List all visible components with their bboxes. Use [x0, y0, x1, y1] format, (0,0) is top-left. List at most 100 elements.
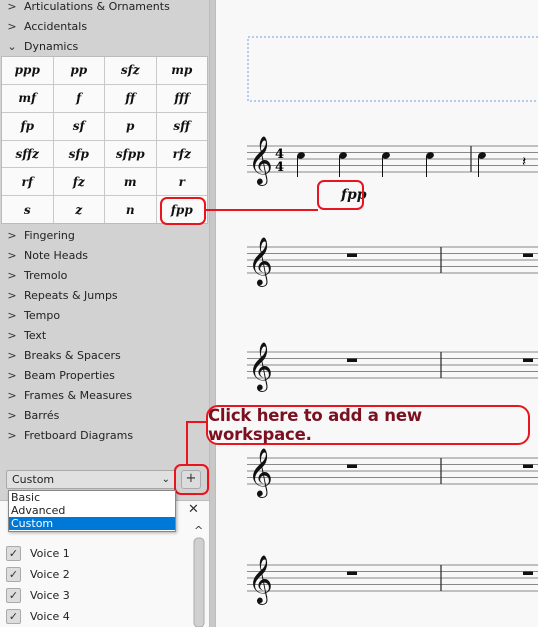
whole-rest[interactable] — [347, 358, 357, 363]
chevron-right-icon: > — [7, 428, 17, 442]
whole-rest[interactable] — [347, 464, 357, 469]
palette-section[interactable]: > Barrés — [0, 405, 59, 425]
dynamic-cell[interactable]: fz — [53, 168, 104, 196]
palette-section[interactable]: > Text — [0, 325, 46, 345]
whole-rest[interactable] — [523, 571, 533, 576]
whole-rest[interactable] — [347, 571, 357, 576]
dynamic-cell[interactable]: sffz — [2, 140, 53, 168]
staff-system[interactable]: 𝄞 — [247, 447, 538, 498]
treble-clef-icon: 𝄞 — [248, 554, 273, 605]
dynamic-cell[interactable]: ppp — [2, 57, 53, 84]
treble-clef-icon: 𝄞 — [248, 236, 273, 287]
palette-section[interactable]: > Frames & Measures — [0, 385, 132, 405]
option-custom[interactable]: Custom — [9, 517, 175, 530]
frame-box[interactable] — [247, 36, 538, 102]
dynamic-cell[interactable]: mp — [156, 57, 207, 84]
panel-splitter[interactable] — [209, 0, 216, 627]
dynamic-cell[interactable]: n — [105, 196, 156, 223]
chevron-down-icon: ⌄ — [7, 39, 17, 53]
treble-clef-icon: 𝄞 — [248, 341, 273, 392]
staff-system[interactable]: 𝄞 — [247, 341, 538, 392]
whole-rest[interactable] — [347, 253, 357, 258]
dynamic-cell[interactable]: r — [156, 168, 207, 196]
chevron-right-icon: > — [7, 348, 17, 362]
palette-section[interactable]: > Tremolo — [0, 265, 67, 285]
staff-system[interactable]: 𝄞 — [247, 554, 538, 605]
whole-rest[interactable] — [523, 464, 533, 469]
dynamic-cell[interactable]: sfpp — [105, 140, 156, 168]
dynamic-cell[interactable]: m — [105, 168, 156, 196]
dynamic-cell[interactable]: z — [53, 196, 104, 223]
section-label: Accidentals — [24, 19, 88, 33]
section-label: Fingering — [24, 228, 75, 242]
palette-section[interactable]: > Fretboard Diagrams — [0, 425, 133, 445]
checkmark-icon: ✓ — [6, 608, 21, 624]
voice-checkbox[interactable]: ✓ Voice 4 — [6, 608, 70, 624]
dynamic-cell[interactable]: s — [2, 196, 53, 223]
connector-line — [205, 209, 318, 211]
annotation-callout: Click here to add a new workspace. — [206, 405, 530, 445]
chevron-right-icon: > — [7, 388, 17, 402]
option-basic[interactable]: Basic — [9, 491, 175, 504]
palette-section[interactable]: > Beam Properties — [0, 365, 115, 385]
checkmark-icon: ✓ — [6, 587, 21, 603]
dynamic-cell[interactable]: rf — [2, 168, 53, 196]
scroll-thumb[interactable] — [193, 537, 205, 627]
chevron-right-icon: > — [7, 0, 17, 13]
chevron-right-icon: > — [7, 368, 17, 382]
dynamic-cell[interactable]: p — [105, 112, 156, 140]
palette-section[interactable]: > Repeats & Jumps — [0, 285, 117, 305]
section-articulations[interactable]: > Articulations & Ornaments — [0, 0, 170, 16]
dynamic-cell[interactable]: sfp — [53, 140, 104, 168]
dynamic-cell[interactable]: fff — [156, 84, 207, 112]
highlight-add-button — [174, 464, 209, 495]
connector-line — [186, 421, 188, 465]
section-label: Text — [24, 328, 47, 342]
chevron-right-icon: > — [7, 268, 17, 282]
palette-section[interactable]: > Tempo — [0, 305, 60, 325]
score-canvas[interactable]: 𝄞 44 𝄽fpp𝄞𝄞𝄞𝄞 — [216, 0, 538, 627]
highlight-palette-fpp — [160, 197, 206, 225]
voice-label: Voice 3 — [30, 588, 70, 602]
workspace-dropdown[interactable]: Custom ⌄ — [6, 470, 176, 489]
voice-checkbox[interactable]: ✓ Voice 1 — [6, 545, 70, 561]
close-icon[interactable]: ✕ — [188, 502, 199, 517]
palette-section[interactable]: > Note Heads — [0, 245, 88, 265]
time-sig-bottom: 4 — [275, 160, 284, 175]
workspace-options: Basic Advanced Custom — [8, 490, 176, 532]
voice-label: Voice 2 — [30, 567, 70, 581]
dynamic-cell[interactable]: sf — [53, 112, 104, 140]
scrollbar[interactable]: ^ — [192, 522, 206, 627]
section-label: Fretboard Diagrams — [24, 428, 134, 442]
staff-system[interactable]: 𝄞 — [247, 236, 538, 287]
voice-checkbox[interactable]: ✓ Voice 3 — [6, 587, 70, 603]
section-label: Note Heads — [24, 248, 89, 262]
whole-rest[interactable] — [523, 253, 533, 258]
quarter-rest-icon[interactable]: 𝄽 — [522, 154, 526, 170]
dynamic-cell[interactable]: fp — [2, 112, 53, 140]
scroll-up-icon[interactable]: ^ — [194, 524, 203, 537]
section-label: Dynamics — [24, 39, 79, 53]
voice-checkbox[interactable]: ✓ Voice 2 — [6, 566, 70, 582]
workspace-selected: Custom — [12, 473, 55, 486]
whole-rest[interactable] — [523, 358, 533, 363]
dynamic-cell[interactable]: f — [53, 84, 104, 112]
dynamic-cell[interactable]: sff — [156, 112, 207, 140]
staff-system[interactable]: 𝄞 44 𝄽fpp — [247, 135, 538, 203]
dynamic-cell[interactable]: pp — [53, 57, 104, 84]
chevron-right-icon: > — [7, 248, 17, 262]
dynamic-cell[interactable]: ff — [105, 84, 156, 112]
dynamic-cell[interactable]: mf — [2, 84, 53, 112]
chevron-right-icon: > — [7, 19, 17, 33]
palette-section[interactable]: > Fingering — [0, 225, 75, 245]
dynamic-cell[interactable]: sfz — [105, 57, 156, 84]
section-label: Beam Properties — [24, 368, 115, 382]
section-accidentals[interactable]: > Accidentals — [0, 16, 87, 36]
section-dynamics[interactable]: ⌄ Dynamics — [0, 36, 78, 56]
section-label: Tempo — [24, 308, 61, 322]
section-label: Articulations & Ornaments — [24, 0, 170, 13]
checkmark-icon: ✓ — [6, 545, 21, 561]
option-advanced[interactable]: Advanced — [9, 504, 175, 517]
dynamic-cell[interactable]: rfz — [156, 140, 207, 168]
palette-section[interactable]: > Breaks & Spacers — [0, 345, 120, 365]
